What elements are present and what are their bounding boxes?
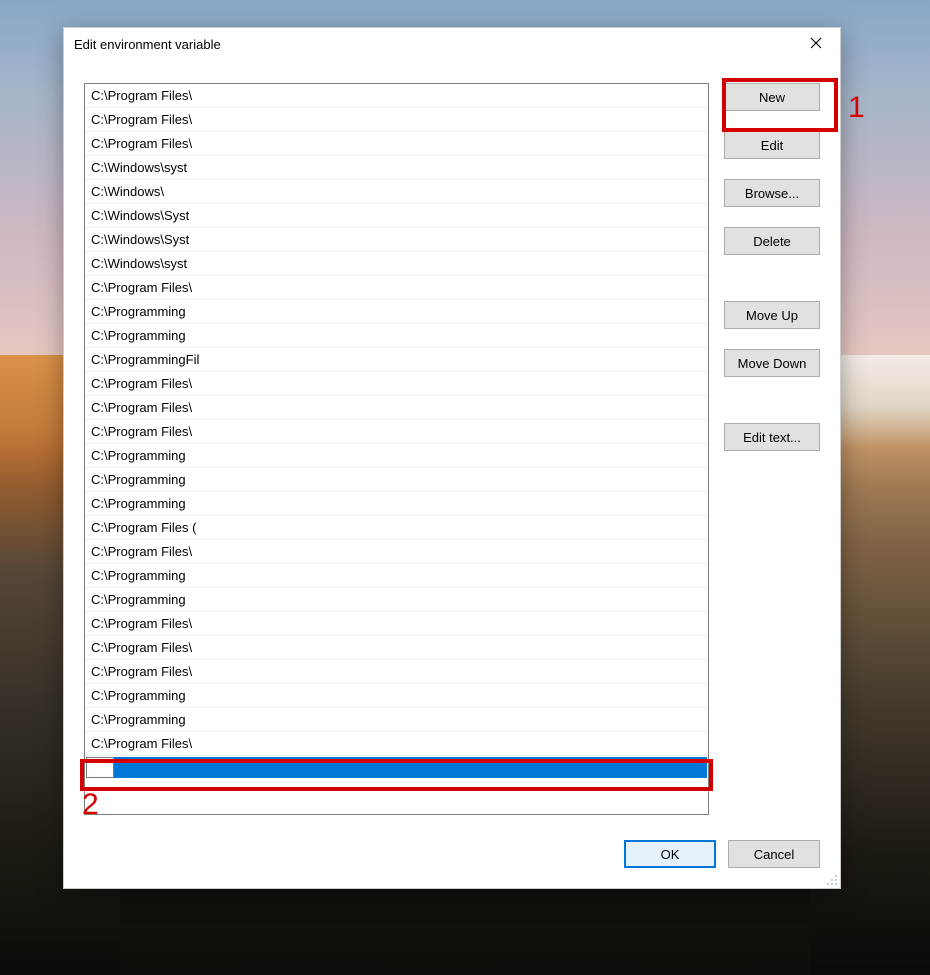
annotation-label-1: 1 xyxy=(848,91,865,125)
list-item[interactable]: C:\Program Files\ xyxy=(85,132,708,156)
list-item[interactable]: C:\Programming xyxy=(85,684,708,708)
list-item[interactable]: C:\Windows\Syst xyxy=(85,204,708,228)
move-down-button[interactable]: Move Down xyxy=(724,349,820,377)
list-item[interactable]: C:\Program Files\ xyxy=(85,660,708,684)
path-listbox[interactable]: C:\Program Files\C:\Program Files\C:\Pro… xyxy=(84,83,709,815)
cancel-button[interactable]: Cancel xyxy=(728,840,820,868)
list-item[interactable]: C:\Programming xyxy=(85,468,708,492)
list-item[interactable]: C:\Program Files\ xyxy=(85,108,708,132)
new-button[interactable]: New xyxy=(724,83,820,111)
edit-env-var-dialog: Edit environment variable C:\Program Fil… xyxy=(63,27,841,889)
list-item[interactable]: C:\Programming xyxy=(85,708,708,732)
move-up-button[interactable]: Move Up xyxy=(724,301,820,329)
list-item[interactable]: C:\Programming xyxy=(85,300,708,324)
edit-text-button[interactable]: Edit text... xyxy=(724,423,820,451)
side-button-column: New Edit Browse... Delete Move Up Move D… xyxy=(724,83,820,451)
list-item[interactable]: C:\Programming xyxy=(85,492,708,516)
list-item[interactable]: C:\Program Files\ xyxy=(85,84,708,108)
dialog-content: C:\Program Files\C:\Program Files\C:\Pro… xyxy=(84,83,820,868)
resize-grip[interactable] xyxy=(824,872,838,886)
list-item[interactable]: C:\Windows\syst xyxy=(85,156,708,180)
list-item[interactable]: C:\Programming xyxy=(85,444,708,468)
close-button[interactable] xyxy=(793,29,838,59)
list-item[interactable]: C:\Program Files\ xyxy=(85,396,708,420)
list-item[interactable]: C:\Windows\ xyxy=(85,180,708,204)
dialog-bottom-buttons: OK Cancel xyxy=(624,840,820,868)
new-entry-row[interactable] xyxy=(85,756,708,779)
list-item[interactable]: C:\Windows\syst xyxy=(85,252,708,276)
list-item[interactable]: C:\Program Files\ xyxy=(85,372,708,396)
new-entry-checkbox[interactable] xyxy=(86,757,114,778)
browse-button[interactable]: Browse... xyxy=(724,179,820,207)
list-item[interactable]: C:\Program Files\ xyxy=(85,732,708,756)
list-item[interactable]: C:\Programming xyxy=(85,324,708,348)
list-item[interactable]: C:\Program Files\ xyxy=(85,420,708,444)
desktop-background: Edit environment variable C:\Program Fil… xyxy=(0,0,930,975)
list-item[interactable]: C:\Programming xyxy=(85,564,708,588)
list-item[interactable]: C:\ProgrammingFil xyxy=(85,348,708,372)
list-item[interactable]: C:\Program Files\ xyxy=(85,612,708,636)
close-icon xyxy=(810,37,822,52)
delete-button[interactable]: Delete xyxy=(724,227,820,255)
resize-grip-icon xyxy=(824,874,838,889)
list-item[interactable]: C:\Programming xyxy=(85,588,708,612)
dialog-titlebar[interactable]: Edit environment variable xyxy=(64,28,840,60)
list-item[interactable]: C:\Program Files\ xyxy=(85,636,708,660)
list-item[interactable]: C:\Program Files\ xyxy=(85,276,708,300)
list-item[interactable]: C:\Program Files\ xyxy=(85,540,708,564)
ok-button[interactable]: OK xyxy=(624,840,716,868)
list-item[interactable]: C:\Program Files ( xyxy=(85,516,708,540)
dialog-title: Edit environment variable xyxy=(74,37,221,52)
new-entry-input[interactable] xyxy=(114,757,707,778)
edit-button[interactable]: Edit xyxy=(724,131,820,159)
list-item[interactable]: C:\Windows\Syst xyxy=(85,228,708,252)
